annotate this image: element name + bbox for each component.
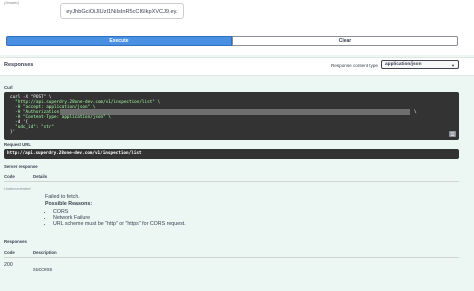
response-panel-background <box>0 55 474 291</box>
curl-heading: Curl <box>4 85 13 90</box>
curl-line: "odc_id": "str" <box>10 125 54 130</box>
execute-button[interactable]: Execute <box>6 36 232 46</box>
documented-responses-heading: Responses <box>4 239 27 244</box>
request-url-heading: Request URL <box>4 142 31 147</box>
list-item: URL scheme must be "http" or "https" for… <box>53 221 186 227</box>
response-code-200: 200 <box>4 262 13 268</box>
error-reasons-list: CORS Network Failure URL scheme must be … <box>45 209 186 228</box>
server-response-heading: Server response <box>4 164 38 169</box>
execute-clear-group: Execute Clear <box>6 36 458 46</box>
server-response-code: Undocumented <box>4 186 31 191</box>
server-table-divider <box>4 181 459 182</box>
line-continuation: \ <box>414 110 417 115</box>
responses-col-description: Description <box>33 250 57 255</box>
content-type-select[interactable]: application/json ▼ <box>381 60 459 69</box>
content-type-value: application/json <box>385 62 422 67</box>
error-possible-reasons: Possible Reasons: <box>45 201 93 207</box>
responses-title: Responses <box>4 62 34 68</box>
chevron-down-icon: ▼ <box>451 63 455 68</box>
server-col-details: Details <box>33 174 48 179</box>
copy-icon[interactable] <box>449 131 456 137</box>
curl-code-block[interactable]: curl -X "POST" \ "http://api.superdry.28… <box>4 92 459 140</box>
redacted-token <box>60 109 410 115</box>
content-type-label: Response content type <box>331 63 378 68</box>
authorization-token-input[interactable]: eyJhbGciOiJIUzI1NiIsInR5cCI6IkpXVCJ9.ey. <box>60 3 184 19</box>
responses-table-divider <box>4 257 459 258</box>
server-col-code: Code <box>4 174 15 179</box>
clear-button[interactable]: Clear <box>232 36 458 46</box>
request-url-block[interactable]: http://api.superdry.28one-dev.com/v1/ins… <box>4 149 459 159</box>
curl-line: }' <box>10 130 16 135</box>
request-url-value: http://api.superdry.28one-dev.com/v1/ins… <box>7 151 142 156</box>
error-failed-text: Failed to fetch. <box>45 194 80 200</box>
header-param-label: (header) <box>4 0 20 5</box>
responses-col-code: Code <box>4 250 15 255</box>
response-description: success <box>33 267 53 273</box>
